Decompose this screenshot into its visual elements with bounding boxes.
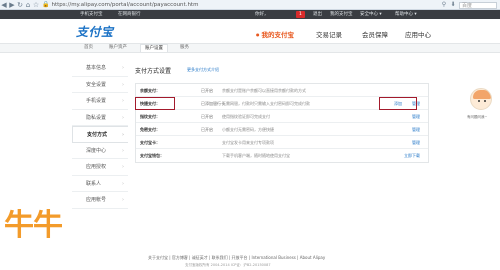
chevron-right-icon: › [122,65,124,71]
method-name: 免密支付： [140,127,160,132]
topbar-my-alipay-link[interactable]: 我的支付宝 [330,10,353,19]
sidebar-item-payment-methods[interactable]: 支付方式 › [72,126,128,143]
forward-icon[interactable]: ▶ [8,0,16,10]
method-name: 余额支付： [140,88,160,93]
chevron-right-icon: › [122,114,124,121]
chevron-right-icon: › [122,180,124,187]
payment-methods-panel: 支付方式设置 更多支付方式介绍 余额支付： 已开启 余额支付是账户余额可以直接用… [131,63,430,263]
sidebar-item-mobile[interactable]: 手机设置 › [72,93,128,110]
highlight-box-quickpay [135,97,175,110]
topbar-user-greeting: 你好， [255,12,269,17]
highlight-box-actions [379,97,417,110]
sidebar-item-label: 应用授权 [86,164,107,170]
sidebar-item-basic-info[interactable]: 基本信息 › [72,60,128,77]
sidebar-item-label: 基本信息 [86,65,107,71]
topbar-bank-link[interactable]: 在网商银行 [118,10,141,19]
nav-my-alipay[interactable]: 我的支付宝 [256,29,295,39]
sidebar-item-label: 隐私设置 [86,114,107,121]
page-title: 支付方式设置 [135,68,172,75]
nav-member-protection[interactable]: 会员保障 [362,29,388,39]
sidebar-item-app-auth[interactable]: 应用授权 › [72,159,128,176]
sidebar-item-label: 联系人 [86,180,102,187]
chevron-right-icon: › [122,197,124,203]
avatar-eye [478,100,480,102]
back-icon[interactable]: ◀ [0,0,8,10]
avatar-eye [484,100,486,102]
table-row: 支付宝钱包： 下载手机客户端，随时随地使用支付宝 立即下载 [136,149,428,162]
sidebar-item-label: 支付方式 [87,132,108,138]
sub-tabs: 首页 账户资产 账户设置 服务 [0,43,500,53]
manage-button[interactable]: 管理 [412,123,420,136]
nav-app-center[interactable]: 应用中心 [405,29,431,39]
table-row: 余额支付： 已开启 余额支付是账户余额可以直接用余额付款的方式 [136,84,428,97]
method-status: 已开启 [201,114,213,119]
sidebar-item-contacts[interactable]: 联系人 › [72,176,128,192]
lock-icon: 🔒 [42,1,50,8]
sidebar-item-security[interactable]: 安全设置 › [72,77,128,93]
method-description: 使用指纹验证即可完成支付 [222,114,270,119]
alipay-logo[interactable]: 支付宝 [76,23,114,40]
sidebar-item-label: 手机设置 [86,98,107,104]
method-name: 指纹支付： [140,114,160,119]
browser-search-input[interactable]: 百度 [459,1,497,9]
assistant-avatar[interactable] [470,88,492,110]
chevron-right-icon: › [122,81,124,88]
topbar-logout-link[interactable]: 退出 [313,10,322,19]
download-icon[interactable]: ⬇ [450,0,456,10]
address-bar[interactable]: https://my.alipay.com/portal/account/pay… [51,2,198,8]
method-name: 支付宝卡： [140,140,160,145]
settings-sidebar: 基本信息 › 安全设置 › 手机设置 › 隐私设置 › 支付方式 › 深度中心 › 应用授权… [72,60,128,209]
chevron-right-icon: › [122,164,124,170]
payment-methods-table: 余额支付： 已开启 余额支付是账户余额可以直接用余额付款的方式 快捷支付： 已添… [135,83,429,163]
download-button[interactable]: 立即下载 [404,149,420,162]
method-name: 支付宝钱包： [140,153,164,158]
browser-toolbar: ◀ ▶ ↻ ⌂ ☆ 🔒 https://my.alipay.com/portal… [0,0,500,10]
chevron-right-icon: › [122,147,124,154]
table-row: 指纹支付： 已开启 使用指纹验证即可完成支付 管理 [136,110,428,123]
method-description: 支付宝发卡用来支付专项款项 [222,140,274,145]
method-description: 小额支付无需密码，方便快捷 [222,127,274,132]
manage-button[interactable]: 管理 [412,136,420,149]
footer-copyright: 支付宝版权所有 2004-2014 ICP证：沪B2-20150087 [185,263,271,267]
sidebar-item-privacy[interactable]: 隐私设置 › [72,110,128,126]
method-description: 无需网银，付款时只需输入支付密码即可完成付款 [222,101,310,106]
sidebar-item-label: 安全设置 [86,81,107,88]
more-methods-link[interactable]: 更多支付方式介绍 [187,67,219,73]
avatar-hair [473,90,491,99]
watermark-text: 牛牛 [4,208,63,243]
zoom-icon[interactable]: ⚲ [441,0,447,10]
alipay-topbar: 手机支付宝 在网商银行 你好， 1 退出 我的支付宝 安全中心 ▾ 帮助中心 ▾ [0,10,500,19]
table-row: 支付宝卡： 支付宝发卡用来支付专项款项 管理 [136,136,428,149]
method-status: 已开启 [201,127,213,132]
topbar-mobile-link[interactable]: 手机支付宝 [80,10,103,19]
assistant-label[interactable]: 有问题问我~ [467,115,487,120]
browser-right-tools: ⚲ ⬇ 百度 [441,0,497,10]
chevron-right-icon: › [121,132,124,138]
sidebar-item-app-accounts[interactable]: 应用帐号 › [72,192,128,209]
sidebar-item-label: 深度中心 [86,147,107,154]
tab-home[interactable]: 首页 [80,44,97,52]
footer-links[interactable]: 关于支付宝 | 官方博客 | 诚征英才 | 联系我们 | 开放平台 | Inte… [148,255,325,261]
method-description: 余额支付是账户余额可以直接用余额付款的方式 [222,88,306,93]
tab-services[interactable]: 服务 [176,44,193,52]
sidebar-item-depth-center[interactable]: 深度中心 › [72,143,128,159]
topbar-security-link[interactable]: 安全中心 ▾ [360,10,382,19]
topbar-help-link[interactable]: 帮助中心 ▾ [395,10,417,19]
chevron-right-icon: › [122,98,124,104]
manage-button[interactable]: 管理 [412,110,420,123]
message-badge[interactable]: 1 [296,11,305,18]
refresh-icon[interactable]: ↻ [16,0,24,10]
home-icon[interactable]: ⌂ [24,0,32,10]
site-header: 支付宝 我的支付宝 交易记录 会员保障 应用中心 [0,19,500,43]
table-row: 免密支付： 已开启 小额支付无需密码，方便快捷 管理 [136,123,428,136]
tab-account-settings[interactable]: 账户设置 [140,44,168,52]
nav-transactions[interactable]: 交易记录 [316,29,342,39]
tab-assets[interactable]: 账户资产 [105,44,131,52]
method-description: 下载手机客户端，随时随地使用支付宝 [222,153,290,158]
method-status: 已开启 [201,88,213,93]
sidebar-item-label: 应用帐号 [86,197,107,203]
favorite-icon[interactable]: ☆ [32,0,40,10]
